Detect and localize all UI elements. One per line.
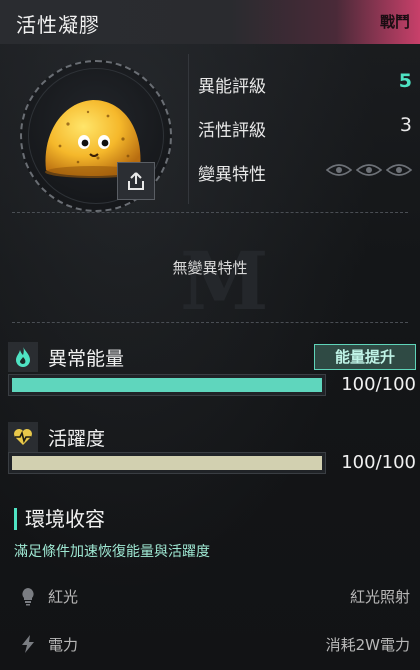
share-icon [128, 172, 144, 190]
eye-icon [356, 164, 382, 176]
ability-rating-value: 5 [398, 70, 412, 92]
environment-row-power: 電力 消耗2W電力 [0, 630, 420, 660]
activity-bar [8, 452, 326, 474]
activity-rating-label: 活性評級 [198, 121, 266, 141]
activity-rating-value: 3 [399, 114, 412, 136]
divider [188, 54, 189, 204]
environment-name: 紅光 [48, 588, 79, 606]
mutation-trait-label: 變異特性 [198, 165, 266, 185]
environment-name: 電力 [48, 636, 79, 654]
lightning-icon [22, 635, 34, 653]
activity-rating-row: 活性評級 3 [198, 112, 412, 142]
divider [12, 322, 408, 323]
environment-requirement: 紅光照射 [349, 588, 410, 606]
abnormal-energy-section: 異常能量 能量提升 100/100 [4, 340, 420, 402]
abnormal-energy-fill [12, 378, 322, 392]
energy-boost-button[interactable]: 能量提升 [314, 344, 416, 370]
watermark-logo: M [180, 234, 269, 328]
environment-subtitle: 滿足條件加速恢復能量與活躍度 [14, 544, 210, 560]
activity-value: 100/100 [341, 452, 416, 473]
export-button[interactable] [117, 162, 155, 200]
activity-label: 活躍度 [48, 428, 106, 450]
mutation-panel: M 無變異特性 [0, 214, 420, 328]
mutation-trait-row: 變異特性 [198, 156, 412, 186]
ability-rating-row: 異能評級 5 [198, 68, 412, 98]
abnormal-energy-value: 100/100 [341, 374, 416, 395]
environment-row-red-light: 紅光 紅光照射 [0, 582, 420, 612]
abnormal-energy-bar [8, 374, 326, 396]
flame-icon [8, 342, 38, 372]
activity-section: 活躍度 100/100 [4, 420, 420, 480]
category-tag: 戰鬥 [379, 13, 410, 31]
abnormal-energy-label: 異常能量 [48, 348, 125, 370]
activity-fill [12, 456, 322, 470]
divider [12, 212, 408, 213]
header-bar: 活性凝膠 戰鬥 [0, 0, 420, 44]
eye-icon [386, 164, 412, 176]
page-title: 活性凝膠 [16, 13, 100, 37]
lightbulb-icon [22, 588, 34, 606]
eye-icon [326, 164, 352, 176]
environment-requirement: 消耗2W電力 [325, 636, 410, 654]
mutation-slots [326, 162, 412, 178]
environment-title: 環境收容 [14, 508, 105, 530]
ability-rating-label: 異能評級 [198, 77, 266, 97]
no-mutation-text: 無變異特性 [172, 259, 248, 277]
heartbeat-icon [8, 422, 38, 452]
